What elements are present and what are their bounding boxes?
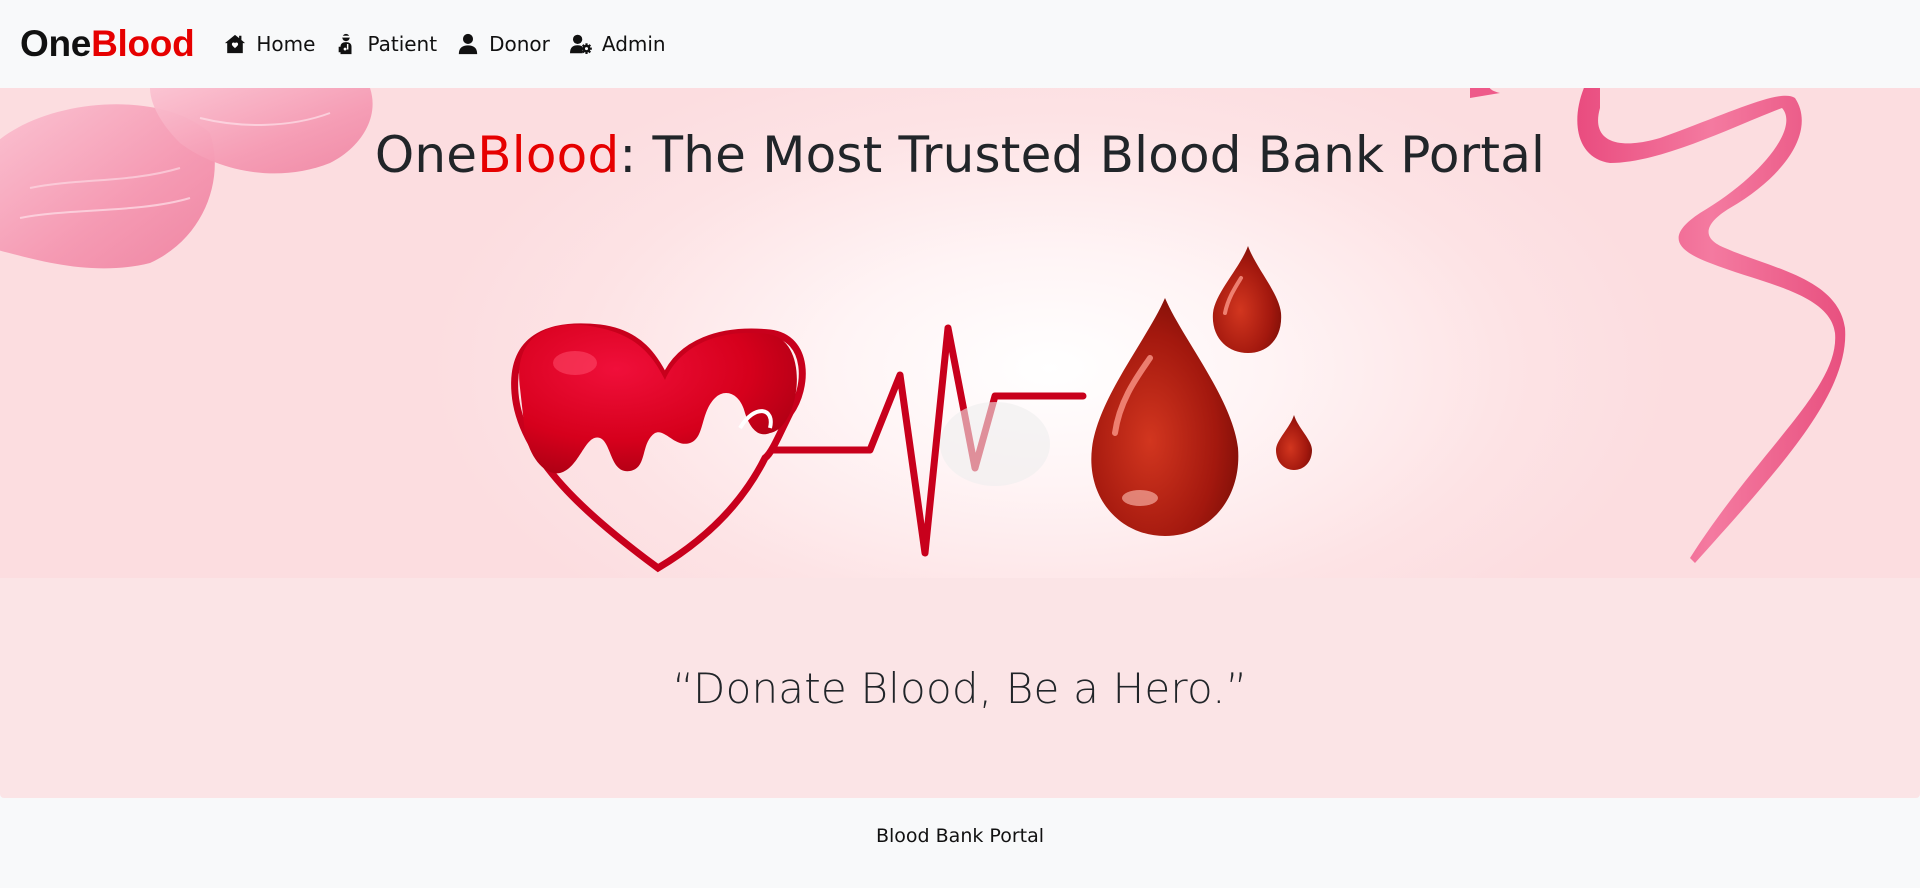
brand-name-one: One [20, 23, 92, 64]
blood-drop-medium [1212, 246, 1282, 353]
patient-icon [339, 33, 352, 55]
quote-section: “Donate Blood, Be a Hero.” [0, 578, 1920, 798]
house-icon [225, 34, 246, 54]
hero-title-rest: : The Most Trusted Blood Bank Portal [619, 126, 1546, 184]
brand-logo[interactable]: OneBlood [20, 23, 195, 65]
nav-item-home[interactable]: Home [224, 32, 315, 56]
nav-item-label: Patient [367, 32, 438, 56]
nav-item-patient[interactable]: Patient [335, 32, 437, 56]
navbar: OneBlood Home Patient Donor Admin [0, 0, 1920, 88]
nav-item-admin[interactable]: Admin [569, 32, 666, 56]
hero-title-one: One [374, 126, 478, 184]
hero-banner: OneBlood: The Most Trusted Blood Bank Po… [0, 88, 1920, 578]
nav-item-label: Donor [489, 32, 550, 56]
nav-item-label: Home [256, 32, 316, 56]
nav-item-label: Admin [601, 32, 666, 56]
brand-name-blood: Blood [91, 23, 195, 64]
blood-drop-large [1091, 298, 1239, 536]
user-icon [458, 33, 478, 55]
blood-drop-small [1276, 415, 1312, 470]
user-gear-icon [569, 34, 592, 54]
footer-text: Blood Bank Portal [875, 825, 1044, 847]
hero-title-blood: Blood [477, 126, 620, 184]
heart-graphic [511, 323, 806, 573]
footer: Blood Bank Portal [0, 798, 1920, 888]
quote-text: “Donate Blood, Be a Hero.” [672, 663, 1248, 713]
hero-title: OneBlood: The Most Trusted Blood Bank Po… [0, 126, 1920, 184]
nav-menu: Home Patient Donor Admin [224, 32, 685, 56]
nav-item-donor[interactable]: Donor [457, 32, 550, 56]
